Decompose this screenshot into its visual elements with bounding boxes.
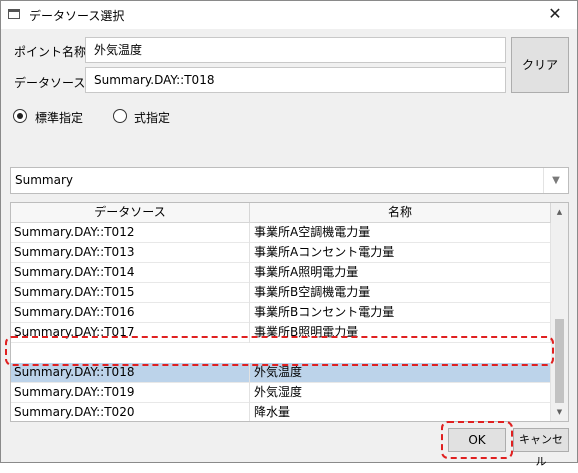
data-source-label: データソース: bbox=[14, 76, 90, 90]
close-icon[interactable]: ✕ bbox=[541, 3, 569, 25]
column-header-source[interactable]: データソース bbox=[11, 203, 250, 222]
dropdown-arrow-icon[interactable]: ▼ bbox=[543, 168, 568, 193]
source-cell: Summary.DAY::T014 bbox=[11, 263, 250, 283]
standard-radio[interactable] bbox=[13, 109, 27, 123]
vertical-scrollbar[interactable]: ▲ ▼ bbox=[551, 203, 568, 421]
source-cell: Summary.DAY::T018 bbox=[11, 363, 250, 383]
selected-row-highlight bbox=[5, 336, 554, 366]
name-cell: 外気温度 bbox=[250, 363, 551, 383]
window-icon bbox=[8, 9, 20, 19]
table-row[interactable]: Summary.DAY::T019 外気湿度 bbox=[11, 383, 551, 403]
source-cell: Summary.DAY::T020 bbox=[11, 403, 250, 421]
category-dropdown[interactable]: Summary ▼ bbox=[10, 167, 569, 194]
name-cell: 外気湿度 bbox=[250, 383, 551, 403]
source-cell: Summary.DAY::T016 bbox=[11, 303, 250, 323]
table-row[interactable]: Summary.DAY::T013 事業所Aコンセント電力量 bbox=[11, 243, 551, 263]
scroll-up-icon[interactable]: ▲ bbox=[551, 204, 568, 220]
table-row[interactable]: Summary.DAY::T016 事業所Bコンセント電力量 bbox=[11, 303, 551, 323]
source-cell: Summary.DAY::T015 bbox=[11, 283, 250, 303]
name-cell: 事業所A空調機電力量 bbox=[250, 223, 551, 243]
formula-radio-label[interactable]: 式指定 bbox=[134, 109, 170, 126]
source-cell: Summary.DAY::T012 bbox=[11, 223, 250, 243]
name-cell: 事業所B空調機電力量 bbox=[250, 283, 551, 303]
formula-radio[interactable] bbox=[113, 109, 127, 123]
data-source-table: データソース 名称 Summary.DAY::T012 事業所A空調機電力量 S… bbox=[10, 202, 569, 422]
column-header-name[interactable]: 名称 bbox=[250, 203, 551, 222]
table-row[interactable]: Summary.DAY::T015 事業所B空調機電力量 bbox=[11, 283, 551, 303]
standard-radio-label[interactable]: 標準指定 bbox=[35, 109, 83, 126]
ok-button-highlight bbox=[441, 421, 513, 459]
table-row[interactable]: Summary.DAY::T020 降水量 bbox=[11, 403, 551, 421]
name-cell: 事業所Aコンセント電力量 bbox=[250, 243, 551, 263]
table-row[interactable]: Summary.DAY::T014 事業所A照明電力量 bbox=[11, 263, 551, 283]
table-row-selected[interactable]: Summary.DAY::T018 外気温度 bbox=[11, 363, 551, 383]
name-cell: 降水量 bbox=[250, 403, 551, 421]
window-title: データソース選択 bbox=[29, 9, 125, 23]
scroll-down-icon[interactable]: ▼ bbox=[551, 404, 568, 420]
data-source-dialog: データソース選択 ✕ ポイント名称: 外気温度 データソース: Summary.… bbox=[0, 0, 578, 468]
dropdown-value: Summary bbox=[15, 173, 73, 187]
point-name-label: ポイント名称: bbox=[14, 45, 91, 59]
clear-button[interactable]: クリア bbox=[511, 37, 569, 93]
source-cell: Summary.DAY::T013 bbox=[11, 243, 250, 263]
data-source-field[interactable]: Summary.DAY::T018 bbox=[85, 67, 506, 93]
table-header: データソース 名称 bbox=[11, 203, 551, 223]
name-cell: 事業所Bコンセント電力量 bbox=[250, 303, 551, 323]
name-cell: 事業所A照明電力量 bbox=[250, 263, 551, 283]
title-bar: データソース選択 ✕ bbox=[1, 1, 577, 29]
source-cell: Summary.DAY::T019 bbox=[11, 383, 250, 403]
table-row[interactable]: Summary.DAY::T012 事業所A空調機電力量 bbox=[11, 223, 551, 243]
cancel-button[interactable]: キャンセル bbox=[513, 428, 569, 468]
scrollbar-thumb[interactable] bbox=[555, 319, 564, 403]
point-name-field[interactable]: 外気温度 bbox=[85, 37, 506, 63]
